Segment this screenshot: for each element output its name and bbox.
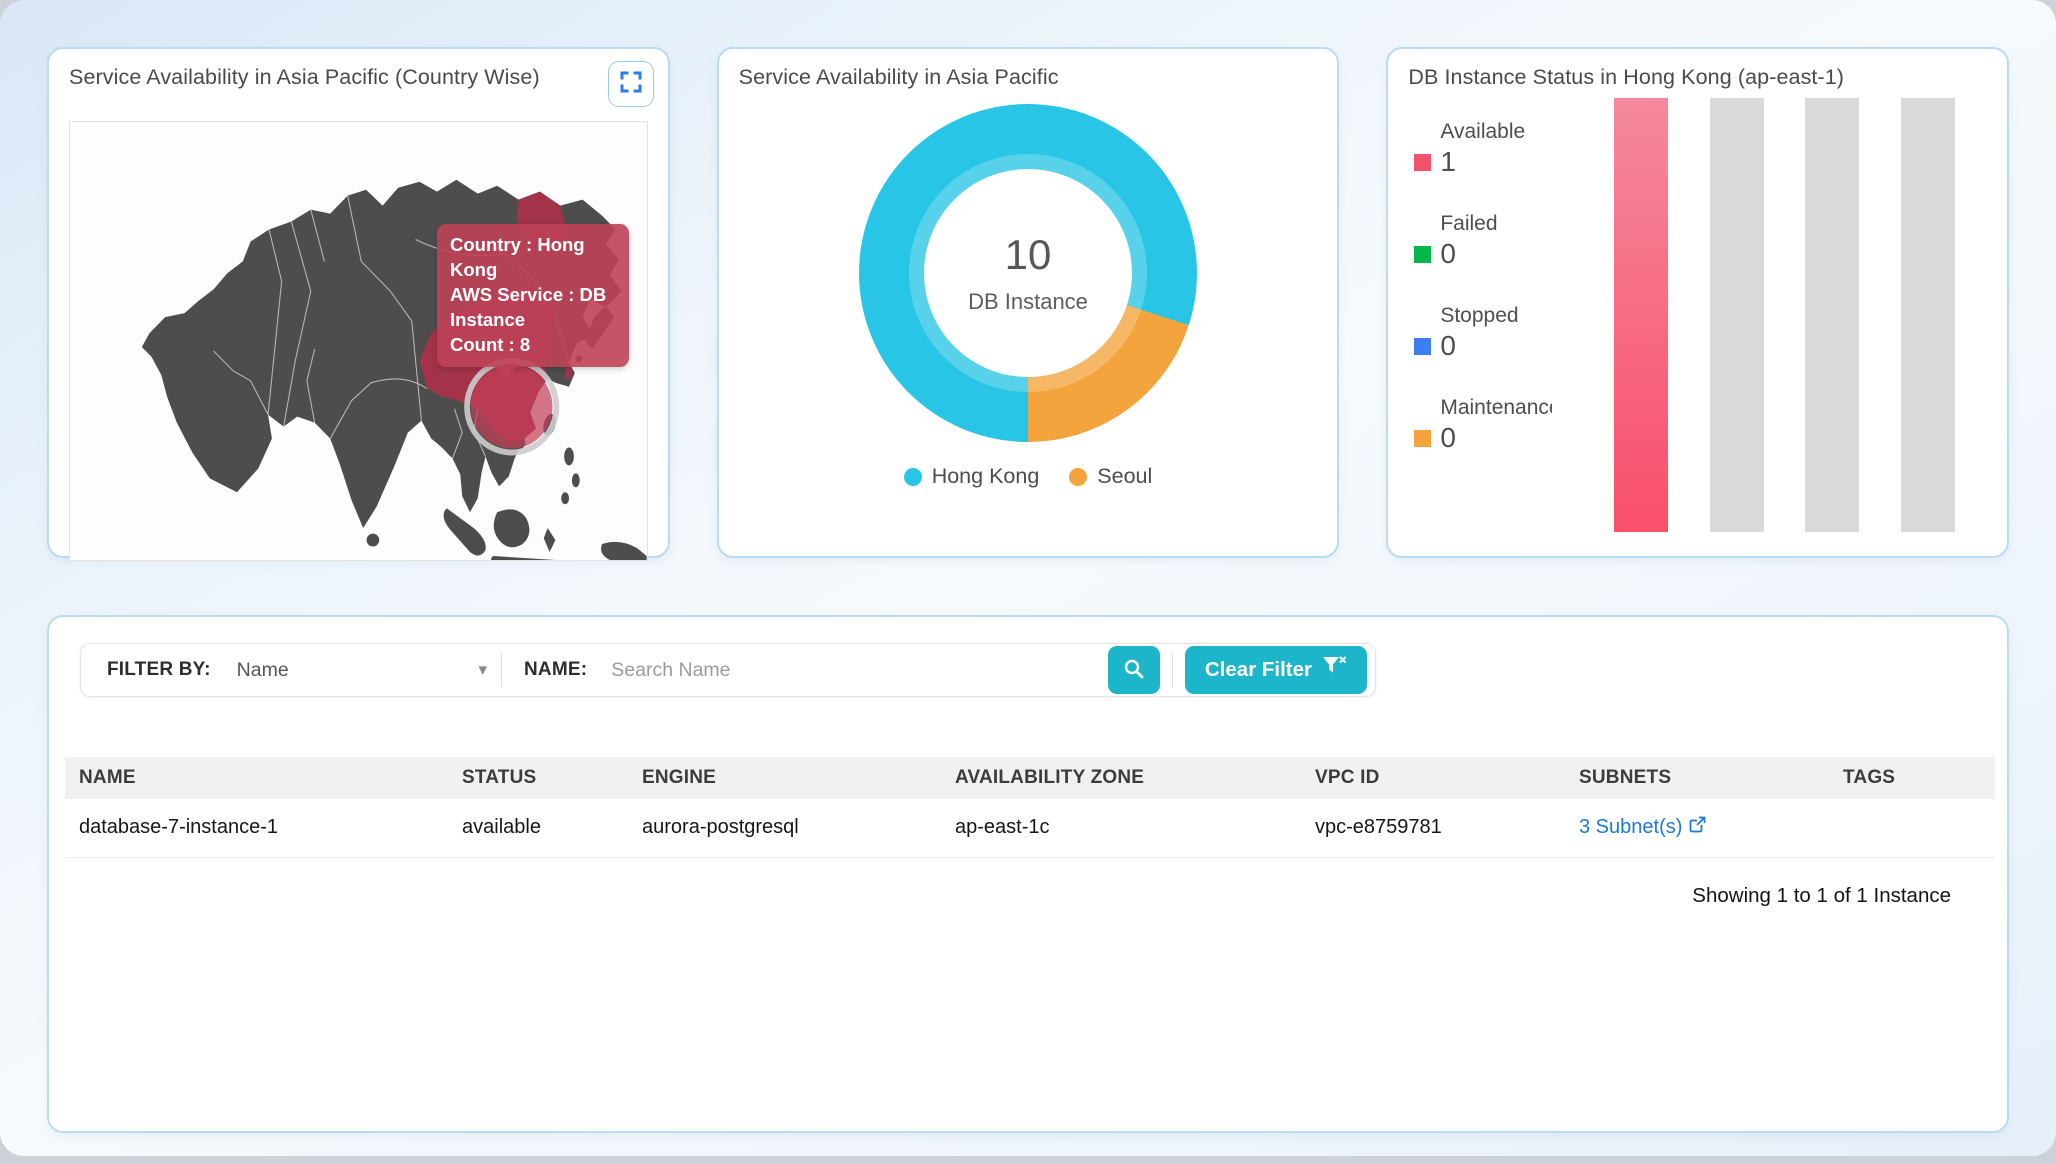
- map-tooltip: Country : Hong Kong AWS Service : DB Ins…: [437, 224, 629, 367]
- stopped-swatch-icon: [1414, 338, 1431, 355]
- maintenance-value: 0: [1440, 422, 1456, 454]
- header-tags: TAGS: [1829, 757, 1995, 799]
- donut-total-caption: DB Instance: [968, 289, 1088, 315]
- legend-item-available: Available 1: [1414, 120, 1580, 178]
- subnets-link[interactable]: 3 Subnet(s): [1579, 816, 1706, 839]
- header-engine: ENGINE: [628, 757, 941, 799]
- status-bar-chart: [1580, 92, 1987, 538]
- bar-available: [1614, 98, 1668, 532]
- fullscreen-expand-button[interactable]: [608, 61, 654, 107]
- failed-value: 0: [1440, 238, 1456, 270]
- filter-separator: [501, 653, 502, 687]
- available-swatch-icon: [1414, 154, 1431, 171]
- status-legend: Available 1 Failed 0 S: [1408, 92, 1580, 538]
- stopped-value: 0: [1440, 330, 1456, 362]
- legend-item-stopped: Stopped 0: [1414, 304, 1580, 362]
- legend-item-seoul[interactable]: Seoul: [1069, 464, 1152, 489]
- search-name-input[interactable]: [587, 659, 1108, 682]
- donut-card-title: Service Availability in Asia Pacific: [739, 65, 1318, 90]
- legend-item-failed: Failed 0: [1414, 212, 1580, 270]
- stopped-label: Stopped: [1440, 304, 1552, 328]
- map-card: Service Availability in Asia Pacific (Co…: [47, 47, 670, 558]
- clear-filter-label: Clear Filter: [1205, 658, 1312, 682]
- instances-table-card: FILTER BY: Name ▾ NAME: Clear Filter: [47, 615, 2009, 1133]
- table-header-row: NAME STATUS ENGINE AVAILABILITY ZONE VPC…: [65, 757, 1995, 799]
- maintenance-label: Maintenance: [1440, 396, 1552, 420]
- legend-item-maintenance: Maintenance 0: [1414, 396, 1580, 454]
- available-value: 1: [1440, 146, 1456, 178]
- clear-filter-funnel-icon: [1322, 656, 1347, 684]
- name-field-label: NAME:: [524, 659, 587, 681]
- header-subnets: SUBNETS: [1565, 757, 1829, 799]
- legend-item-hong-kong[interactable]: Hong Kong: [904, 464, 1040, 489]
- db-instances-table: NAME STATUS ENGINE AVAILABILITY ZONE VPC…: [65, 757, 1995, 858]
- pagination-summary: Showing 1 to 1 of 1 Instance: [65, 858, 1991, 908]
- status-card-title: DB Instance Status in Hong Kong (ap-east…: [1408, 65, 1987, 90]
- failed-label: Failed: [1440, 212, 1552, 236]
- header-vpc-id: VPC ID: [1301, 757, 1565, 799]
- header-availability-zone: AVAILABILITY ZONE: [941, 757, 1301, 799]
- header-status: STATUS: [448, 757, 628, 799]
- map-card-title: Service Availability in Asia Pacific (Co…: [69, 65, 540, 90]
- db-instance-donut-chart[interactable]: 10 DB Instance: [859, 104, 1197, 442]
- filter-by-label: FILTER BY:: [107, 659, 211, 681]
- cell-vpc-id: vpc-e8759781: [1301, 799, 1565, 857]
- available-label: Available: [1440, 120, 1552, 144]
- cell-status: available: [448, 799, 628, 857]
- cell-availability-zone: ap-east-1c: [941, 799, 1301, 857]
- failed-swatch-icon: [1414, 246, 1431, 263]
- filter-by-selected-value: Name: [237, 659, 289, 682]
- cell-name: database-7-instance-1: [65, 799, 448, 857]
- table-row: database-7-instance-1 available aurora-p…: [65, 799, 1995, 857]
- bar-stopped: [1805, 98, 1859, 532]
- dashboard-page: Service Availability in Asia Pacific (Co…: [0, 0, 2056, 1156]
- donut-center-label: 10 DB Instance: [859, 104, 1197, 442]
- seoul-legend-label: Seoul: [1097, 464, 1152, 489]
- donut-total-value: 10: [1005, 231, 1052, 279]
- cell-tags: [1829, 799, 1995, 857]
- subnets-link-label: 3 Subnet(s): [1579, 816, 1682, 839]
- bar-failed: [1710, 98, 1764, 532]
- external-link-icon: [1689, 816, 1706, 839]
- search-button[interactable]: [1108, 646, 1160, 694]
- fullscreen-expand-icon: [619, 70, 643, 99]
- asia-map-panel[interactable]: Country : Hong Kong AWS Service : DB Ins…: [69, 121, 648, 561]
- maintenance-swatch-icon: [1414, 430, 1431, 447]
- hong-kong-legend-label: Hong Kong: [932, 464, 1040, 489]
- button-separator: [1172, 652, 1173, 688]
- search-icon: [1122, 657, 1146, 684]
- filter-bar: FILTER BY: Name ▾ NAME: Clear Filter: [80, 643, 1376, 697]
- donut-legend: Hong Kong Seoul: [739, 464, 1318, 489]
- bar-maintenance: [1901, 98, 1955, 532]
- top-cards-row: Service Availability in Asia Pacific (Co…: [0, 0, 2056, 558]
- tooltip-service-line: AWS Service : DB Instance: [450, 283, 616, 333]
- cell-engine: aurora-postgresql: [628, 799, 941, 857]
- seoul-legend-dot-icon: [1069, 468, 1087, 486]
- tooltip-count-line: Count : 8: [450, 333, 616, 358]
- filter-by-dropdown[interactable]: FILTER BY: Name ▾: [81, 659, 501, 682]
- tooltip-country-line: Country : Hong Kong: [450, 233, 616, 283]
- hong-kong-legend-dot-icon: [904, 468, 922, 486]
- header-name: NAME: [65, 757, 448, 799]
- chevron-down-icon: ▾: [478, 660, 501, 680]
- cell-subnets: 3 Subnet(s): [1565, 799, 1829, 857]
- status-card: DB Instance Status in Hong Kong (ap-east…: [1386, 47, 2009, 558]
- donut-card: Service Availability in Asia Pacific 10 …: [717, 47, 1340, 558]
- clear-filter-button[interactable]: Clear Filter: [1185, 646, 1367, 694]
